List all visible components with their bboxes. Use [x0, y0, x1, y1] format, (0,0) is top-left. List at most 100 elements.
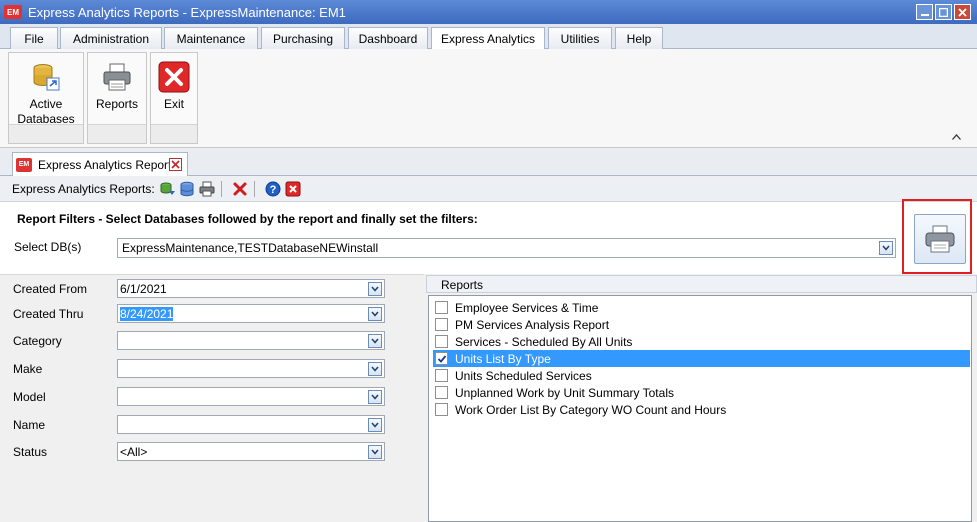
chevron-down-icon[interactable]: [879, 241, 893, 255]
close-icon: [958, 7, 967, 17]
close-tab-icon[interactable]: [169, 158, 182, 171]
report-item-label: Services - Scheduled By All Units: [455, 334, 633, 349]
filters-heading: Report Filters - Select Databases follow…: [17, 212, 478, 226]
exit-x-icon: [158, 61, 190, 93]
active-databases-button[interactable]: Active Databases: [8, 52, 84, 144]
report-item-pm-services-analysis[interactable]: PM Services Analysis Report: [433, 316, 970, 333]
tab-dashboard[interactable]: Dashboard: [348, 27, 428, 49]
tab-administration[interactable]: Administration: [60, 27, 162, 49]
close-window-button[interactable]: [954, 4, 971, 20]
filter-row-model: Model: [0, 386, 424, 408]
reports-list[interactable]: Employee Services & Time PM Services Ana…: [428, 295, 972, 522]
select-db-combobox[interactable]: ExpressMaintenance,TESTDatabaseNEWinstal…: [117, 238, 896, 258]
filter-row-status: Status <All>: [0, 441, 424, 463]
chevron-down-icon[interactable]: [368, 418, 382, 432]
chevron-down-icon[interactable]: [368, 445, 382, 459]
tab-help[interactable]: Help: [615, 27, 663, 49]
filter-row-make: Make: [0, 358, 424, 380]
maximize-icon: [939, 7, 948, 17]
databases-icon: [33, 64, 60, 91]
reports-toolbar: Express Analytics Reports: ?: [0, 177, 977, 202]
ribbon-group-footer: [88, 124, 146, 143]
printer-icon: [103, 63, 131, 91]
toolbar-separator: [220, 181, 222, 197]
chevron-down-icon[interactable]: [368, 390, 382, 404]
tab-file[interactable]: File: [10, 27, 58, 49]
chevron-down-icon[interactable]: [368, 362, 382, 376]
report-checkbox[interactable]: [435, 335, 448, 348]
category-select[interactable]: [117, 331, 385, 350]
filter-row-created-from: Created From 6/1/2021: [0, 278, 424, 300]
database-icon[interactable]: [179, 181, 195, 197]
report-item-label: Units List By Type: [455, 351, 551, 366]
tab-maintenance[interactable]: Maintenance: [164, 27, 258, 49]
document-tab-strip: EM Express Analytics Reports: [0, 148, 977, 176]
help-icon[interactable]: ?: [265, 181, 281, 197]
title-bar: EM Express Analytics Reports - ExpressMa…: [0, 0, 977, 24]
chevron-down-icon[interactable]: [368, 307, 382, 321]
print-report-button[interactable]: [914, 214, 966, 264]
menu-bar: File Administration Maintenance Purchasi…: [0, 24, 977, 50]
created-from-date-picker[interactable]: 6/1/2021: [117, 279, 385, 298]
minimize-button[interactable]: [916, 4, 933, 20]
report-filters-panel: Report Filters - Select Databases follow…: [0, 199, 977, 274]
created-thru-value: 8/24/2021: [120, 307, 174, 321]
report-item-label: Employee Services & Time: [455, 300, 599, 315]
status-select[interactable]: <All>: [117, 442, 385, 461]
report-checkbox[interactable]: [435, 301, 448, 314]
report-checkbox[interactable]: [435, 403, 448, 416]
category-label: Category: [13, 334, 62, 348]
report-item-work-order-list[interactable]: Work Order List By Category WO Count and…: [433, 401, 970, 418]
tab-purchasing[interactable]: Purchasing: [261, 27, 345, 49]
exit-button[interactable]: Exit: [150, 52, 198, 144]
ribbon: Active Databases Reports Exit: [0, 49, 977, 148]
report-item-unplanned-work[interactable]: Unplanned Work by Unit Summary Totals: [433, 384, 970, 401]
make-select[interactable]: [117, 359, 385, 378]
report-checkbox[interactable]: [435, 386, 448, 399]
toolbar-label: Express Analytics Reports:: [12, 182, 155, 196]
database-down-icon[interactable]: [159, 181, 175, 197]
report-item-units-list-by-type[interactable]: Units List By Type: [433, 350, 970, 367]
model-label: Model: [13, 390, 46, 404]
app-icon: EM: [4, 5, 22, 19]
print-icon[interactable]: [199, 181, 215, 197]
report-item-employee-services[interactable]: Employee Services & Time: [433, 299, 970, 316]
name-select[interactable]: [117, 415, 385, 434]
ribbon-collapse-icon[interactable]: [952, 131, 961, 143]
maximize-button[interactable]: [935, 4, 952, 20]
report-checkbox[interactable]: [435, 369, 448, 382]
minimize-icon: [920, 14, 929, 16]
select-db-value: ExpressMaintenance,TESTDatabaseNEWinstal…: [122, 241, 379, 255]
report-checkbox-checked[interactable]: [435, 352, 448, 365]
printer-icon: [925, 225, 955, 253]
exit-label: Exit: [163, 97, 184, 111]
document-tab-label: Express Analytics Reports: [38, 157, 178, 172]
window-title: Express Analytics Reports - ExpressMaint…: [28, 4, 346, 20]
active-databases-label: Active Databases: [17, 97, 75, 126]
close-report-icon[interactable]: [285, 181, 301, 197]
document-tab-express-analytics-reports[interactable]: EM Express Analytics Reports: [12, 152, 188, 176]
delete-icon[interactable]: [232, 181, 248, 197]
reports-panel: Reports Employee Services & Time PM Serv…: [426, 274, 977, 522]
report-checkbox[interactable]: [435, 318, 448, 331]
chevron-down-icon[interactable]: [368, 334, 382, 348]
tab-utilities[interactable]: Utilities: [548, 27, 612, 49]
ribbon-group-footer: [9, 124, 83, 143]
select-db-label: Select DB(s): [14, 240, 82, 254]
reports-button[interactable]: Reports: [87, 52, 147, 144]
chevron-down-icon[interactable]: [368, 282, 382, 296]
toolbar-separator: [253, 181, 255, 197]
created-thru-date-picker[interactable]: 8/24/2021: [117, 304, 385, 323]
report-item-units-scheduled-services[interactable]: Units Scheduled Services: [433, 367, 970, 384]
ribbon-group-footer: [151, 124, 197, 143]
status-value: <All>: [120, 445, 148, 459]
filter-row-created-thru: Created Thru 8/24/2021: [0, 303, 424, 325]
name-label: Name: [13, 418, 46, 432]
report-item-services-scheduled[interactable]: Services - Scheduled By All Units: [433, 333, 970, 350]
reports-label: Reports: [95, 97, 139, 111]
report-item-label: Unplanned Work by Unit Summary Totals: [455, 385, 674, 400]
tab-express-analytics[interactable]: Express Analytics: [431, 27, 545, 50]
make-label: Make: [13, 362, 43, 376]
filter-row-category: Category: [0, 330, 424, 352]
model-select[interactable]: [117, 387, 385, 406]
